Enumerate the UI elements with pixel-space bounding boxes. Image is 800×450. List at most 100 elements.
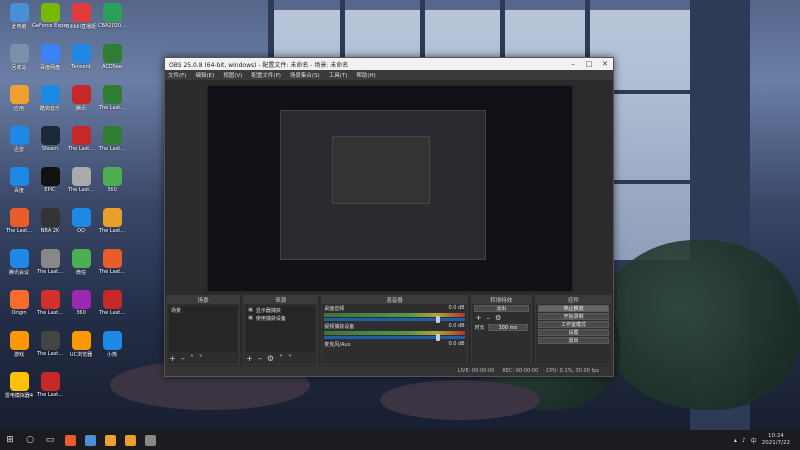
source-item[interactable]: ▣ 显示器捕获 [246,306,315,314]
desktop-icon[interactable]: The Last... [94,208,130,242]
app-icon [9,208,29,227]
search-icon[interactable]: ○ [20,430,40,450]
remove-icon[interactable]: – [258,354,262,363]
add-icon[interactable]: + [169,354,176,363]
desktop-icon[interactable]: 360 [94,167,130,201]
menu-scene-collection[interactable]: 场景集合(S) [290,71,320,79]
slider-handle[interactable] [436,334,441,341]
taskbar-app-button[interactable] [80,430,100,450]
start-recording-button[interactable]: 开始录制 [537,313,609,320]
app-icon [71,85,91,104]
move-up-icon[interactable]: ˄ [190,354,194,363]
task-view-icon[interactable]: ▭ [40,430,60,450]
move-down-icon[interactable]: ˅ [199,354,203,363]
transition-toolbar: + – ⚙ [472,313,531,323]
app-icon [9,249,29,268]
app-icon [104,434,116,446]
slider-handle[interactable] [436,316,441,323]
gear-icon[interactable]: ⚙ [495,314,501,322]
minimize-icon[interactable]: – [565,58,581,70]
studio-mode-button[interactable]: 工作室模式 [537,321,609,328]
desktop-icon-label: 微信 [75,270,86,276]
scenes-dock: 场景 场景 + – ˄ ˅ [166,295,241,365]
exit-button[interactable]: 退出 [537,337,609,344]
app-icon [102,85,122,104]
menu-file[interactable]: 文件(F) [168,71,186,79]
app-icon [102,3,122,22]
app-icon [64,434,76,446]
add-icon[interactable]: + [246,354,253,363]
menu-view[interactable]: 视图(V) [223,71,242,79]
app-icon [40,208,60,227]
taskbar-app-button[interactable] [100,430,120,450]
app-icon [40,167,60,186]
desktop-icon[interactable]: The Last... [94,290,130,324]
move-up-icon[interactable]: ˄ [279,354,283,363]
taskbar: ⊞ ○ ▭ ▴ ♪ 中 10:24 2021/7/22 [0,430,800,450]
input-method-icon[interactable]: 中 [751,436,757,445]
desktop-icon-label: The Last... [98,228,126,234]
system-tray: ▴ ♪ 中 10:24 2021/7/22 [734,433,800,447]
stop-streaming-button[interactable]: 停止推流 [537,305,609,312]
move-down-icon[interactable]: ˅ [288,354,292,363]
app-icon [9,85,29,104]
desktop-icon-label: 此电脑 [11,24,27,30]
mixer-dock-title: 混音器 [322,296,467,304]
taskbar-app-button[interactable] [140,430,160,450]
desktop-icon[interactable]: The Last... [94,126,130,160]
source-item[interactable]: ▣ 使用捕获设备 [246,314,315,322]
clock[interactable]: 10:24 2021/7/22 [762,433,790,447]
transition-select[interactable]: 淡出 [473,305,529,312]
add-icon[interactable]: + [476,314,482,322]
app-icon [40,85,60,104]
menu-tools[interactable]: 工具(T) [329,71,348,79]
close-icon[interactable]: ✕ [597,58,613,70]
scenes-list[interactable]: 场景 [169,306,238,352]
desktop-icon-label: QQ [77,228,85,234]
menu-help[interactable]: 帮助(H) [356,71,375,79]
desktop-icon[interactable]: The Last... [32,372,68,406]
network-icon[interactable]: ▴ [734,437,737,444]
desktop-icon-label: 腾讯会议 [8,270,29,276]
settings-button[interactable]: 设置 [537,329,609,336]
menu-profile[interactable]: 配置文件(P) [251,71,281,79]
desktop-icon[interactable]: CBA2020... [94,3,130,37]
remove-icon[interactable]: – [181,354,185,363]
app-icon [40,331,60,350]
desktop-icon[interactable]: ACDSee [94,44,130,78]
desktop-icon-label: 游戏 [13,352,24,358]
desktop-icon-label: Steam [41,146,59,152]
desktop-icon-label: The Last... [98,105,126,111]
windows-start-icon[interactable]: ⊞ [0,430,20,450]
taskbar-app-button[interactable] [120,430,140,450]
menu-bar: 文件(F) 编辑(E) 视图(V) 配置文件(P) 场景集合(S) 工具(T) … [165,70,613,80]
volume-icon[interactable]: ♪ [742,437,746,444]
mixer-channel: 视频捕获设备 0.0 dB [322,322,466,341]
maximize-icon[interactable]: □ [581,58,597,70]
app-icon [40,44,60,63]
app-icon [71,167,91,186]
volume-slider[interactable] [324,334,465,341]
desktop-icon-label: Tencent [71,64,91,70]
obs-titlebar[interactable]: OBS 25.0.8 (64-bit, windows) - 配置文件: 未命名… [165,58,613,70]
taskbar-app-button[interactable] [60,430,80,450]
desktop-icon-label: 小熊 [106,352,117,358]
menu-edit[interactable]: 编辑(E) [195,71,214,79]
desktop-icon[interactable]: 小熊 [94,331,130,365]
app-icon [102,126,122,145]
volume-slider[interactable] [324,316,465,323]
app-icon [124,434,136,446]
preview-canvas[interactable] [207,85,573,292]
remove-icon[interactable]: – [486,314,490,322]
scenes-dock-title: 场景 [167,296,240,304]
scene-item[interactable]: 场景 [169,306,237,314]
app-icon [102,44,122,63]
sources-dock: 来源 ▣ 显示器捕获 ▣ 使用捕获设备 + – ⚙ ˄ ˅ [243,295,319,365]
desktop-icon[interactable]: The Last... [94,249,130,283]
desktop-icon[interactable]: The Last... [94,85,130,119]
obs-window[interactable]: OBS 25.0.8 (64-bit, windows) - 配置文件: 未命名… [164,57,614,377]
gear-icon[interactable]: ⚙ [267,354,274,363]
sources-list[interactable]: ▣ 显示器捕获 ▣ 使用捕获设备 [246,306,316,352]
monitor-icon: ▣ [248,307,253,313]
duration-input[interactable]: 300 ms [487,324,528,331]
